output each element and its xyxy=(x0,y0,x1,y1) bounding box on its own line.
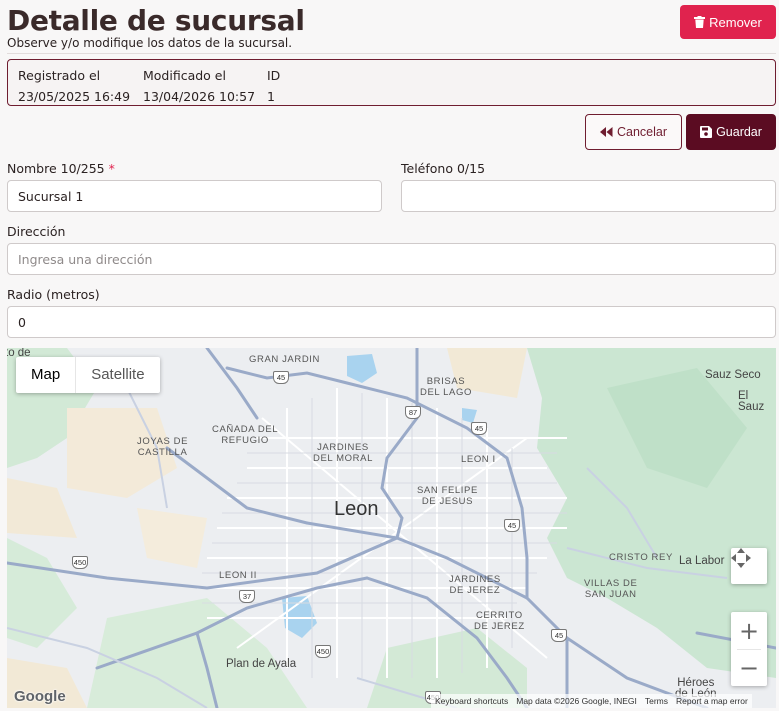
map-label-sauz-seco: Sauz Seco xyxy=(705,369,761,381)
registered-label: Registrado el xyxy=(18,68,101,83)
map-data-attribution: Map data ©2026 Google, INEGI xyxy=(516,696,637,706)
address-input[interactable] xyxy=(7,243,776,275)
highway-shield-45: 45 xyxy=(551,629,567,642)
map-label-villas: VILLAS DE SAN JUAN xyxy=(584,578,638,600)
name-label: Nombre 10/255 * xyxy=(7,161,115,176)
highway-shield-45: 45 xyxy=(504,519,520,532)
radius-input[interactable] xyxy=(7,306,776,338)
name-label-text: Nombre 10/255 xyxy=(7,161,105,176)
phone-input[interactable] xyxy=(401,180,776,212)
registered-value: 23/05/2025 16:49 xyxy=(18,89,131,104)
page-title: Detalle de sucursal xyxy=(7,4,305,37)
map-canvas[interactable] xyxy=(7,348,776,708)
save-button-label: Guardar xyxy=(716,125,762,139)
highway-shield-37: 37 xyxy=(239,590,255,603)
google-logo: Google xyxy=(14,688,66,705)
map-label-jardines-jerez: JARDINES DE JEREZ xyxy=(449,574,501,596)
modified-value: 13/04/2026 10:57 xyxy=(143,89,256,104)
highway-shield-45: 45 xyxy=(273,371,289,384)
map-label-cristo-rey: CRISTO REY xyxy=(609,552,673,563)
modified-label: Modificado el xyxy=(143,68,226,83)
map-label-san-felipe: SAN FELIPE DE JESUS xyxy=(417,485,478,507)
id-label: ID xyxy=(267,68,281,83)
floppy-disk-icon xyxy=(700,126,713,138)
remove-button[interactable]: Remover xyxy=(680,5,776,39)
map-label-gran-jardin: GRAN JARDIN xyxy=(249,354,320,365)
map-label-el-sauz: El Sauz xyxy=(738,390,765,413)
map-label-leon-ii: LEON II xyxy=(219,570,257,581)
map-type-map-button[interactable]: Map xyxy=(16,357,77,393)
remove-button-label: Remover xyxy=(709,14,762,30)
zoom-divider xyxy=(737,649,761,650)
trash-icon xyxy=(694,16,706,28)
highway-shield-45: 45 xyxy=(471,422,487,435)
highway-shield-450: 450 xyxy=(72,556,88,569)
map[interactable]: GRAN JARDIN BRISAS DEL LAGO CAÑADA DEL R… xyxy=(7,348,776,708)
zoom-in-button[interactable]: + xyxy=(731,612,767,649)
header-divider xyxy=(7,53,776,54)
map-label-cerrito: CERRITO DE JEREZ xyxy=(474,610,525,632)
pan-arrows-icon xyxy=(731,548,751,568)
modified-info: Modificado el 13/04/2026 10:57 xyxy=(143,65,255,107)
keyboard-shortcuts-link[interactable]: Keyboard shortcuts xyxy=(435,696,508,706)
map-type-satellite-button[interactable]: Satellite xyxy=(76,357,159,393)
zoom-out-button[interactable]: − xyxy=(731,649,767,686)
map-label-joyas: JOYAS DE CASTILLA xyxy=(137,436,189,458)
map-label-brisas: BRISAS DEL LAGO xyxy=(420,376,472,398)
name-input[interactable] xyxy=(7,180,382,212)
map-label-canada: CAÑADA DEL REFUGIO xyxy=(212,424,279,446)
cancel-button[interactable]: Cancelar xyxy=(585,114,682,150)
highway-shield-87: 87 xyxy=(405,406,421,419)
required-marker: * xyxy=(108,161,115,176)
phone-label: Teléfono 0/15 xyxy=(401,161,486,176)
id-value: 1 xyxy=(267,89,275,104)
page-subtitle: Observe y/o modifique los datos de la su… xyxy=(7,36,293,50)
backward-icon xyxy=(599,127,613,137)
save-button[interactable]: Guardar xyxy=(686,114,776,150)
map-label-plan-ayala: Plan de Ayala xyxy=(226,658,297,670)
registered-info: Registrado el 23/05/2025 16:49 xyxy=(18,65,130,107)
map-label-leon-i: LEON I xyxy=(461,454,496,465)
radius-label: Radio (metros) xyxy=(7,287,100,302)
terms-link[interactable]: Terms xyxy=(645,696,668,706)
zoom-control: + − xyxy=(731,612,767,686)
map-label-la-labor: La Labor xyxy=(679,555,725,567)
highway-shield-450: 450 xyxy=(315,645,331,658)
metadata-panel: Registrado el 23/05/2025 16:49 Modificad… xyxy=(7,59,776,106)
report-map-error-link[interactable]: Report a map error xyxy=(676,696,748,706)
camera-control-button[interactable] xyxy=(731,548,767,584)
cancel-button-label: Cancelar xyxy=(616,125,668,139)
map-label-leon: Leon xyxy=(334,498,379,520)
address-label: Dirección xyxy=(7,224,66,239)
map-footer: Keyboard shortcuts Map data ©2026 Google… xyxy=(431,694,752,708)
map-label-jardines-moral: JARDINES DEL MORAL xyxy=(313,442,373,464)
id-info: ID 1 xyxy=(267,65,280,107)
map-type-control: Map Satellite xyxy=(16,357,160,393)
